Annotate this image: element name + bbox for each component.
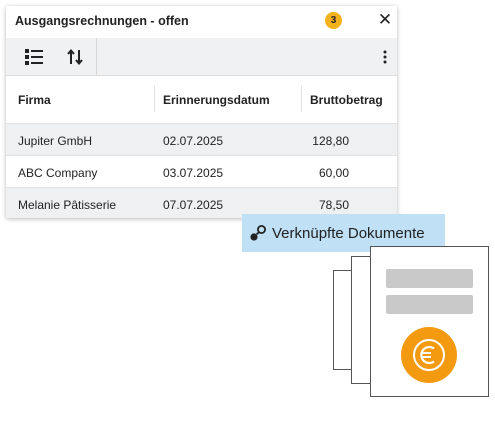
sort-icon [67,48,83,65]
panel-title: Ausgangsrechnungen - offen [15,14,189,28]
list-icon [25,48,43,65]
link-icon [249,224,267,242]
more-options-button[interactable] [376,38,394,75]
panel-toolbar [6,38,397,76]
cell-firma: Melanie Pâtisserie [18,198,117,212]
linked-documents-label: Verknüpfte Dokumente [272,224,425,242]
open-invoices-panel: Ausgangsrechnungen - offen 3 ✕ Firma Eri… [6,6,397,218]
column-header-firma[interactable]: Firma [18,93,51,107]
cell-datum: 02.07.2025 [163,134,224,148]
stage: Ausgangsrechnungen - offen 3 ✕ Firma Eri… [0,0,495,426]
more-vertical-icon [383,50,387,63]
column-header-bruttobetrag[interactable]: Bruttobetrag [310,93,383,107]
table-row[interactable]: Jupiter GmbH 02.07.2025 128,80 [6,124,397,156]
cell-datum: 07.07.2025 [163,198,224,212]
column-header-erinnerungsdatum[interactable]: Erinnerungsdatum [163,93,273,107]
cell-firma: Jupiter GmbH [18,134,93,148]
cell-betrag: 60,00 [318,166,349,180]
table-header: Firma Erinnerungsdatum Bruttobetrag [6,76,397,124]
list-view-button[interactable] [19,38,49,75]
cell-firma: ABC Company [18,166,98,180]
close-button[interactable]: ✕ [376,10,394,30]
cell-betrag: 128,80 [312,134,349,148]
euro-icon [401,327,457,383]
table-row[interactable]: ABC Company 03.07.2025 60,00 [6,156,397,188]
column-divider [301,86,302,112]
count-badge: 3 [325,12,342,29]
column-divider [154,86,155,112]
toolbar-divider [96,38,97,75]
sort-button[interactable] [60,38,90,75]
document-line [386,269,473,288]
panel-titlebar: Ausgangsrechnungen - offen 3 ✕ [6,6,397,38]
cell-betrag: 78,50 [318,198,349,212]
document-line [386,295,473,314]
cell-datum: 03.07.2025 [163,166,224,180]
